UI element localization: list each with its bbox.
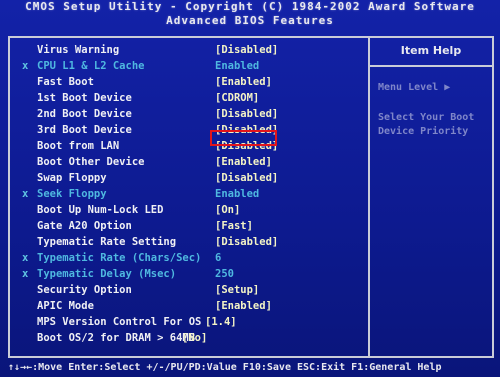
disabled-mark-icon: x xyxy=(22,268,29,280)
setting-value[interactable]: [CDROM] xyxy=(215,92,259,104)
setting-value[interactable]: [On] xyxy=(215,204,240,216)
setting-label: 3rd Boot Device xyxy=(37,124,132,136)
page-title: Advanced BIOS Features xyxy=(166,14,334,27)
setting-label: Gate A20 Option xyxy=(37,220,132,232)
selected-value-highlight xyxy=(210,130,277,146)
setting-value[interactable]: [Fast] xyxy=(215,220,253,232)
setting-label: Typematic Rate (Chars/Sec) xyxy=(37,252,202,264)
setting-label: MPS Version Control For OS xyxy=(37,316,202,328)
setting-value[interactable]: [Disabled] xyxy=(215,44,278,56)
setting-value[interactable]: [Enabled] xyxy=(215,76,272,88)
setting-value[interactable]: [1.4] xyxy=(205,316,237,328)
setting-label: Boot Other Device xyxy=(37,156,145,168)
menu-level-text: Menu Level ▶ xyxy=(378,82,451,93)
setting-label: CPU L1 & L2 Cache xyxy=(37,60,145,72)
setting-label: Seek Floppy xyxy=(37,188,107,200)
utility-title: CMOS Setup Utility - Copyright (C) 1984-… xyxy=(25,0,475,13)
help-text-line-2: Device Priority xyxy=(378,126,469,137)
setting-value[interactable]: [No] xyxy=(182,332,207,344)
setting-value[interactable]: [Disabled] xyxy=(215,108,278,120)
setting-label: 1st Boot Device xyxy=(37,92,132,104)
setting-label: 2nd Boot Device xyxy=(37,108,132,120)
setting-value[interactable]: [Setup] xyxy=(215,284,259,296)
setting-value[interactable]: [Enabled] xyxy=(215,156,272,168)
setting-label: Fast Boot xyxy=(37,76,94,88)
disabled-mark-icon: x xyxy=(22,252,29,264)
item-help-title: Item Help xyxy=(400,44,462,57)
setting-value: 250 xyxy=(215,268,234,280)
setting-value[interactable]: [Disabled] xyxy=(215,236,278,248)
help-text-line-1: Select Your Boot xyxy=(378,112,475,123)
setting-label: Boot from LAN xyxy=(37,140,120,152)
setting-label: Boot OS/2 for DRAM > 64MB xyxy=(37,332,196,344)
setting-value[interactable]: [Disabled] xyxy=(215,172,278,184)
disabled-mark-icon: x xyxy=(22,60,29,72)
setting-label: Boot Up Num-Lock LED xyxy=(37,204,164,216)
bios-screen: CMOS Setup Utility - Copyright (C) 1984-… xyxy=(0,0,500,377)
setting-value[interactable]: [Enabled] xyxy=(215,300,272,312)
setting-label: Security Option xyxy=(37,284,132,296)
setting-value: Enabled xyxy=(215,188,260,200)
setting-label: Typematic Delay (Msec) xyxy=(37,268,177,280)
setting-value: 6 xyxy=(215,252,222,264)
key-hints-footer: ↑↓→←:Move Enter:Select +/-/PU/PD:Value F… xyxy=(8,362,442,373)
item-help-panel: Item Help Menu Level ▶ Select Your Boot … xyxy=(370,38,492,356)
help-divider xyxy=(370,65,492,67)
setting-value: Enabled xyxy=(215,60,260,72)
setting-label: Virus Warning xyxy=(37,44,120,56)
setting-label: Typematic Rate Setting xyxy=(37,236,177,248)
setting-label: Swap Floppy xyxy=(37,172,107,184)
setting-label: APIC Mode xyxy=(37,300,94,312)
disabled-mark-icon: x xyxy=(22,188,29,200)
settings-frame: Virus Warning [Disabled] x CPU L1 & L2 Cach… xyxy=(8,36,494,358)
